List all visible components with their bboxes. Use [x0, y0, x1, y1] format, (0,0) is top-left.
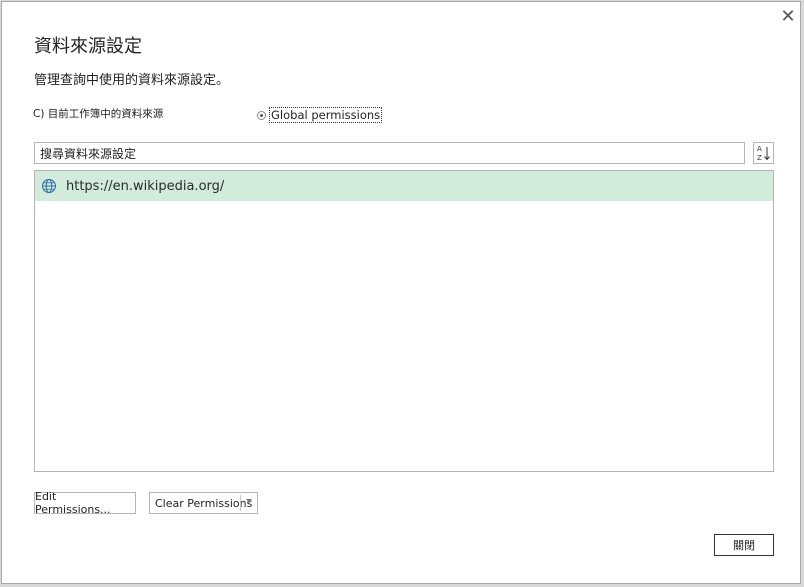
list-item[interactable]: https://en.wikipedia.org/ [35, 171, 773, 201]
close-button[interactable]: 關閉 [714, 534, 774, 556]
split-divider [240, 495, 241, 511]
global-permissions-label: Global permissions [269, 107, 383, 123]
clear-permissions-button[interactable]: Clear Permissions [149, 492, 258, 514]
data-source-settings-dialog: ✕ 資料來源設定 管理查詢中使用的資料來源設定。 C) 目前工作簿中的資料來源 … [1, 1, 801, 584]
chevron-down-icon[interactable] [246, 499, 252, 503]
sort-az-icon[interactable]: A Z [753, 142, 774, 164]
clear-permissions-label: Clear Permissions [155, 496, 253, 510]
close-icon[interactable]: ✕ [778, 7, 798, 27]
scope-current-workbook-option[interactable]: C) 目前工作簿中的資料來源 [33, 106, 163, 121]
dialog-title: 資料來源設定 [34, 36, 142, 57]
data-source-list: https://en.wikipedia.org/ [34, 170, 774, 472]
svg-text:Z: Z [757, 154, 762, 162]
dialog-subtitle: 管理查詢中使用的資料來源設定。 [34, 73, 230, 88]
search-data-source-input[interactable] [34, 142, 745, 164]
scope-global-permissions-option[interactable]: Global permissions [257, 107, 383, 123]
edit-permissions-button[interactable]: Edit Permissions... [34, 490, 136, 516]
globe-icon [42, 179, 56, 193]
global-permissions-radio[interactable] [257, 110, 266, 120]
data-source-url: https://en.wikipedia.org/ [66, 178, 225, 194]
svg-text:A: A [757, 145, 762, 153]
